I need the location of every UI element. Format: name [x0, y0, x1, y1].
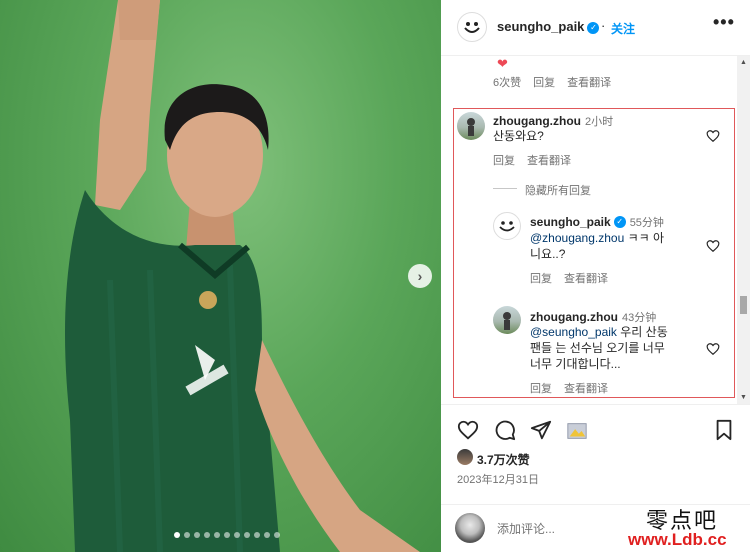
- post-header: seungho_paik ✓ · 关注 •••: [441, 0, 750, 56]
- reply-header: seungho_paik ✓ 55分钟: [530, 213, 664, 231]
- comments-section: ❤ 6次赞 回复 查看翻译 zhougang.zhou 2小时 산동와요? 回复 查看翻…: [441, 56, 750, 404]
- comment-likes-count[interactable]: 6次赞: [493, 77, 521, 89]
- reply-username[interactable]: seungho_paik: [530, 215, 611, 229]
- comment-time: 2小时: [584, 116, 614, 128]
- comment-text: 산동와요?: [493, 129, 544, 143]
- verified-badge-icon: ✓: [587, 21, 600, 34]
- commenter-avatar[interactable]: [457, 112, 485, 140]
- carousel-dot[interactable]: [264, 532, 270, 538]
- reply-author-avatar[interactable]: [493, 306, 521, 334]
- bookmark-save-icon[interactable]: [713, 419, 735, 441]
- like-heart-icon[interactable]: [706, 129, 720, 143]
- scrollbar-thumb[interactable]: [740, 296, 747, 314]
- reply-text-line: 우리 산동: [620, 325, 668, 339]
- carousel-dot[interactable]: [214, 532, 220, 538]
- see-translation-button[interactable]: 查看翻译: [564, 273, 608, 285]
- reply-time: 43分钟: [621, 312, 657, 324]
- reply-text-line: 니요..?: [530, 247, 566, 261]
- translate-image-icon[interactable]: [566, 420, 588, 442]
- top-comment-meta: 6次赞 回复 查看翻译: [493, 74, 623, 90]
- verified-badge-icon: ✓: [613, 215, 626, 228]
- reply-button[interactable]: 回复: [530, 383, 552, 395]
- comment-bubble-icon[interactable]: [494, 419, 516, 441]
- comments-scrollbar[interactable]: ▲ ▼: [737, 56, 750, 404]
- scroll-up-arrow-icon[interactable]: ▲: [737, 56, 750, 69]
- commenter-username[interactable]: zhougang.zhou: [493, 114, 581, 128]
- carousel-dot[interactable]: [204, 532, 210, 538]
- reply-button[interactable]: 回复: [533, 77, 555, 89]
- see-translation-button[interactable]: 查看翻译: [567, 77, 611, 89]
- see-translation-button[interactable]: 查看翻译: [527, 155, 571, 167]
- mention-link[interactable]: @seungho_paik: [530, 325, 617, 339]
- separator-dot: ·: [601, 18, 606, 33]
- like-heart-icon[interactable]: [706, 342, 720, 356]
- add-comment-input[interactable]: [497, 519, 647, 539]
- reply-text: @seungho_paik 우리 산동 팬들 는 선수님 오기를 너무 너무 기…: [530, 324, 705, 372]
- author-avatar[interactable]: [457, 12, 487, 42]
- current-user-avatar: [455, 513, 485, 543]
- post-photo: ›: [0, 0, 441, 552]
- reply-meta: 回复 查看翻译: [530, 380, 620, 396]
- smiley-logo-icon: [464, 22, 480, 33]
- carousel-dot[interactable]: [254, 532, 260, 538]
- carousel-dot[interactable]: [244, 532, 250, 538]
- carousel-dot[interactable]: [274, 532, 280, 538]
- post-detail-panel: seungho_paik ✓ · 关注 ••• ❤ 6次赞 回复 查看翻译 zhoug…: [441, 0, 750, 552]
- carousel-dots: [174, 532, 280, 538]
- reply-text-line: 너무 기대합니다...: [530, 357, 621, 371]
- like-heart-icon[interactable]: [706, 239, 720, 253]
- reply-button[interactable]: 回复: [493, 155, 515, 167]
- reply-button[interactable]: 回复: [530, 273, 552, 285]
- reply-meta: 回复 查看翻译: [530, 270, 620, 286]
- reply-time: 55分钟: [629, 217, 664, 229]
- player-illustration: [65, 0, 420, 552]
- person-silhouette-icon: [467, 118, 475, 136]
- person-silhouette-icon: [503, 312, 511, 330]
- scroll-down-arrow-icon[interactable]: ▼: [737, 391, 750, 404]
- liker-avatar[interactable]: [457, 449, 473, 465]
- reply-text: @zhougang.zhou ㅋㅋ 아 니요..?: [530, 230, 700, 262]
- reply-text-line: 팬들 는 선수님 오기를 너무: [530, 341, 665, 355]
- replies-divider: [493, 188, 517, 189]
- watermark-url: www.Ldb.cc: [628, 530, 727, 549]
- author-username-text[interactable]: seungho_paik: [497, 19, 584, 34]
- reply-username[interactable]: zhougang.zhou: [530, 310, 618, 324]
- liked-heart-icon[interactable]: ❤: [497, 56, 508, 72]
- smiley-logo-icon: [499, 221, 515, 232]
- author-username[interactable]: seungho_paik ✓: [497, 19, 600, 34]
- reply-text-line: ㅋㅋ 아: [627, 231, 665, 245]
- carousel-dot[interactable]: [234, 532, 240, 538]
- carousel-dot[interactable]: [174, 532, 180, 538]
- more-options-icon[interactable]: •••: [713, 12, 735, 33]
- share-paper-plane-icon[interactable]: [530, 419, 552, 441]
- comment-meta: 回复 查看翻译: [493, 152, 583, 168]
- see-translation-button[interactable]: 查看翻译: [564, 383, 608, 395]
- like-heart-icon[interactable]: [457, 419, 479, 441]
- follow-button[interactable]: 关注: [611, 20, 635, 37]
- next-slide-button[interactable]: ›: [408, 264, 432, 288]
- post-date: 2023年12月31日: [457, 474, 539, 486]
- post-likes-count[interactable]: 3.7万次赞: [477, 451, 530, 468]
- reply-author-avatar[interactable]: [493, 212, 521, 240]
- carousel-dot[interactable]: [184, 532, 190, 538]
- mention-link[interactable]: @zhougang.zhou: [530, 231, 624, 245]
- hide-replies-button[interactable]: 隐藏所有回复: [525, 182, 591, 198]
- carousel-dot[interactable]: [224, 532, 230, 538]
- carousel-dot[interactable]: [194, 532, 200, 538]
- post-actions: 3.7万次赞 2023年12月31日: [441, 404, 750, 504]
